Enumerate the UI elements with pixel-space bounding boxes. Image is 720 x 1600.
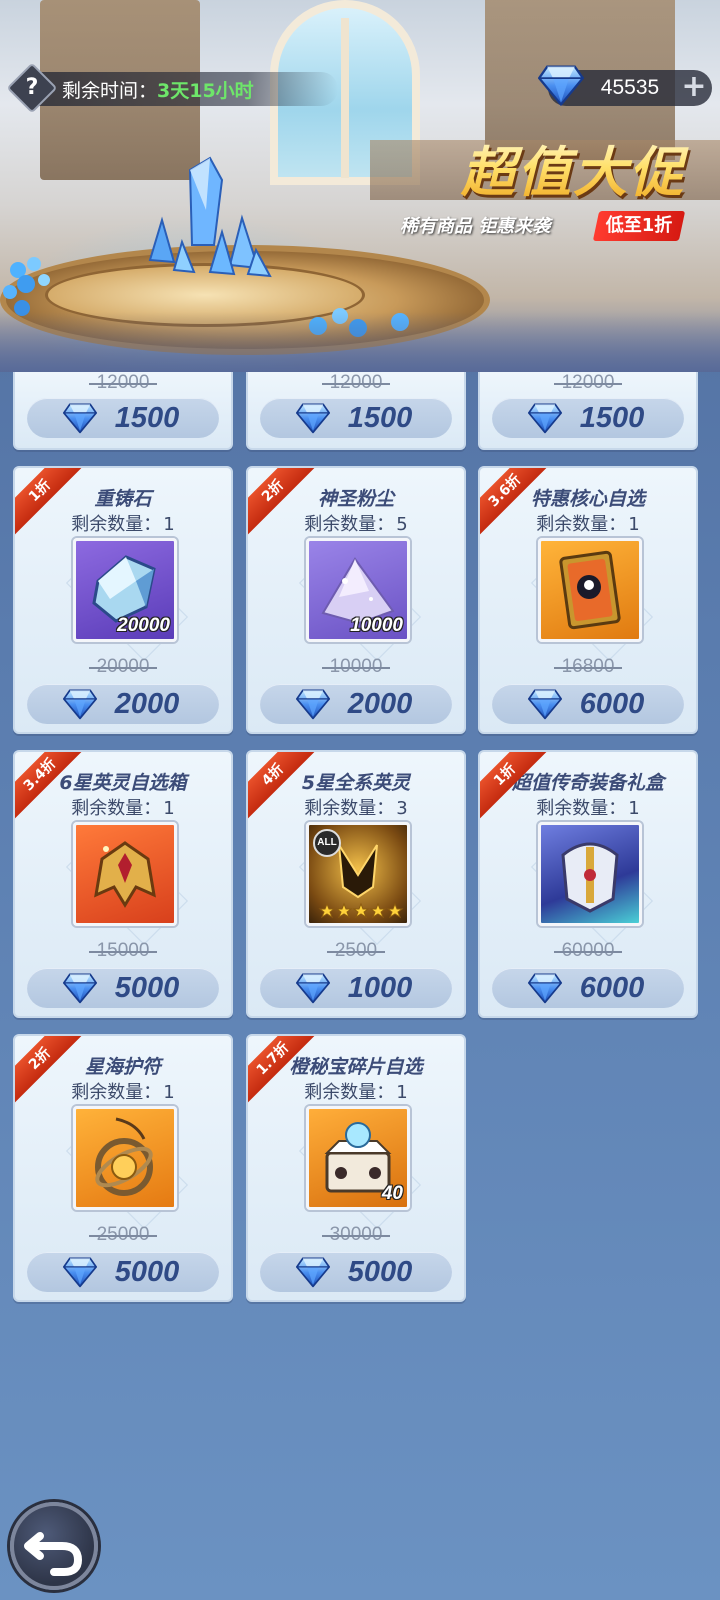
shop-card[interactable]: 4折 5星全系英灵 剩余数量： 3 ALL 2500 1000: [246, 750, 466, 1018]
all-badge: ALL: [313, 829, 341, 857]
original-price: 20000: [15, 656, 231, 678]
diamond-icon: [63, 688, 97, 720]
remaining-count: 剩余数量： 1: [304, 1082, 408, 1103]
item-quantity: 20000: [117, 615, 170, 636]
price: 6000: [579, 972, 645, 1004]
original-price: 60000: [480, 940, 696, 962]
original-price: 12000: [480, 372, 696, 394]
price: 2000: [347, 688, 413, 720]
price: 2000: [114, 688, 180, 720]
price: 6000: [579, 688, 645, 720]
legend-armor-icon: [538, 822, 642, 926]
back-button[interactable]: [10, 1502, 98, 1590]
all-hero-icon: ALL: [306, 822, 410, 926]
shop-card-partial[interactable]: 12000 1500: [13, 372, 233, 450]
diamond-icon: [528, 688, 562, 720]
item-quantity: 40: [381, 1183, 403, 1204]
price: 1500: [114, 402, 180, 434]
remaining-count: 剩余数量： 1: [71, 1082, 175, 1103]
shop-card-partial[interactable]: 12000 1500: [478, 372, 698, 450]
diamond-icon: [296, 402, 330, 434]
diamond-icon: [296, 972, 330, 1004]
buy-button[interactable]: 5000: [260, 1252, 452, 1292]
original-price: 25000: [15, 1224, 231, 1246]
price: 1500: [579, 402, 645, 434]
diamond-icon: [63, 1256, 97, 1288]
original-price: 16800: [480, 656, 696, 678]
shop-card[interactable]: 1.7折 橙秘宝碎片自选 剩余数量： 1 40 30000 5000: [246, 1034, 466, 1302]
remaining-count: 剩余数量： 1: [71, 514, 175, 535]
diamond-icon: [296, 688, 330, 720]
price: 1000: [347, 972, 413, 1004]
buy-button[interactable]: 6000: [492, 684, 684, 724]
item-quantity: 10000: [350, 615, 403, 636]
buy-button[interactable]: 5000: [27, 968, 219, 1008]
shop-card[interactable]: 2折 星海护符 剩余数量： 1 25000 5000: [13, 1034, 233, 1302]
price: 5000: [114, 972, 180, 1004]
buy-button[interactable]: 1500: [260, 398, 452, 438]
shop-card[interactable]: 2折 神圣粉尘 剩余数量： 5 10000 10000 2000: [246, 466, 466, 734]
diamond-icon: [528, 972, 562, 1004]
original-price: 15000: [15, 940, 231, 962]
original-price: 12000: [248, 372, 464, 394]
remaining-count: 剩余数量： 1: [536, 514, 640, 535]
diamond-icon: [63, 402, 97, 434]
buy-button[interactable]: 5000: [27, 1252, 219, 1292]
diamond-icon: [528, 402, 562, 434]
core-card-icon: [538, 538, 642, 642]
price: 1500: [347, 402, 413, 434]
remaining-count: 剩余数量： 1: [536, 798, 640, 819]
hero-helmet-icon: [73, 822, 177, 926]
diamond-icon: [63, 972, 97, 1004]
shop-grid: 12000 1500 12000 1500 12000 1500 1折 重铸石 …: [0, 0, 720, 1600]
buy-button[interactable]: 1500: [492, 398, 684, 438]
shop-card[interactable]: 1折 超值传奇装备礼盒 剩余数量： 1 60000 6000: [478, 750, 698, 1018]
back-arrow-icon: [24, 1532, 82, 1576]
buy-button[interactable]: 2000: [260, 684, 452, 724]
remaining-count: 剩余数量： 1: [71, 798, 175, 819]
price: 5000: [114, 1256, 180, 1288]
holy-dust-icon: 10000: [306, 538, 410, 642]
amulet-icon: [73, 1106, 177, 1210]
original-price: 2500: [248, 940, 464, 962]
remaining-count: 剩余数量： 3: [304, 798, 408, 819]
original-price: 12000: [15, 372, 231, 394]
buy-button[interactable]: 1500: [27, 398, 219, 438]
shop-card[interactable]: 3.4折 6星英灵自选箱 剩余数量： 1 15000 5000: [13, 750, 233, 1018]
remaining-count: 剩余数量： 5: [304, 514, 408, 535]
buy-button[interactable]: 6000: [492, 968, 684, 1008]
buy-button[interactable]: 1000: [260, 968, 452, 1008]
price: 5000: [347, 1256, 413, 1288]
shop-card-partial[interactable]: 12000 1500: [246, 372, 466, 450]
original-price: 10000: [248, 656, 464, 678]
shop-card[interactable]: 1折 重铸石 剩余数量： 1 20000 20000 2000: [13, 466, 233, 734]
buy-button[interactable]: 2000: [27, 684, 219, 724]
reforge-stone-icon: 20000: [73, 538, 177, 642]
shop-card[interactable]: 3.6折 特惠核心自选 剩余数量： 1 16800 6000: [478, 466, 698, 734]
treasure-shard-icon: 40: [306, 1106, 410, 1210]
original-price: 30000: [248, 1224, 464, 1246]
diamond-icon: [296, 1256, 330, 1288]
